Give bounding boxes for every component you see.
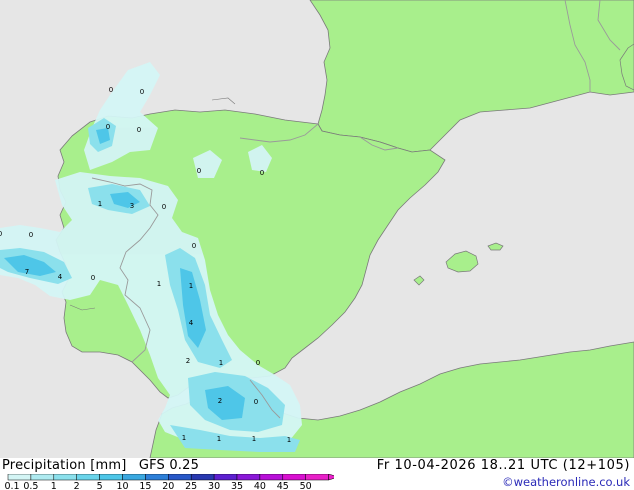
legend-swatch <box>259 474 284 481</box>
value-label: 0 <box>140 88 144 96</box>
value-label: 0 <box>29 231 33 239</box>
value-label: 1 <box>157 280 161 288</box>
footer-bar: Precipitation [mm] GFS 0.25 Fr 10-04-202… <box>0 458 634 490</box>
legend-swatch <box>76 474 100 481</box>
value-label: 0 <box>254 398 258 406</box>
legend-swatch <box>282 474 306 481</box>
value-label: 0 <box>137 126 141 134</box>
value-label: 1 <box>217 435 221 443</box>
value-label: 0 <box>0 230 2 238</box>
legend-tick-label: 1 <box>51 481 57 490</box>
legend-tick-label: 10 <box>116 481 128 490</box>
legend-swatch <box>122 474 146 481</box>
value-label: 3 <box>130 202 134 210</box>
legend-tick-label: 25 <box>185 481 197 490</box>
value-label: 4 <box>58 273 63 281</box>
legend-tick-label: 40 <box>254 481 266 490</box>
value-label: 0 <box>162 203 166 211</box>
legend-tick-label: 5 <box>97 481 103 490</box>
credit-link[interactable]: ©weatheronline.co.uk <box>502 475 630 489</box>
legend-swatch <box>7 474 32 481</box>
legend-tick-label: 30 <box>208 481 220 490</box>
value-label: 4 <box>189 319 194 327</box>
legend-swatch <box>168 474 192 481</box>
precip-legend: 0.1 0.5 1 2 5 10 15 20 25 30 35 40 45 50 <box>4 474 334 490</box>
value-label: 0 <box>106 123 110 131</box>
legend-swatch <box>305 474 329 481</box>
precipitation-map: 0 0 0 0 0 0 1 3 0 0 0 7 4 0 1 1 4 2 1 0 … <box>0 0 634 458</box>
value-label: 0 <box>91 274 95 282</box>
legend-swatch <box>99 474 123 481</box>
value-label: 0 <box>192 242 196 250</box>
map-title: Precipitation [mm] GFS 0.25 <box>2 458 199 473</box>
value-label: 2 <box>186 357 190 365</box>
value-label: 1 <box>189 282 193 290</box>
legend-tick-label: 20 <box>162 481 174 490</box>
legend-tick-label: 2 <box>74 481 80 490</box>
value-label: 0 <box>260 169 264 177</box>
legend-tick-label: 50 <box>300 481 312 490</box>
value-label: 1 <box>98 200 102 208</box>
value-label: 1 <box>252 435 256 443</box>
value-label: 1 <box>219 359 223 367</box>
legend-tick-label: 0.1 <box>4 481 19 490</box>
product-label: Precipitation [mm] <box>2 458 127 473</box>
legend-swatch <box>53 474 77 481</box>
value-label: 0 <box>197 167 201 175</box>
legend-tick-label: 15 <box>139 481 151 490</box>
legend-swatches <box>7 474 334 481</box>
value-label: 0 <box>256 359 260 367</box>
legend-swatch <box>213 474 238 481</box>
legend-swatch <box>190 474 215 481</box>
legend-swatch <box>145 474 169 481</box>
value-label: 1 <box>182 434 186 442</box>
legend-tick-label: 0.5 <box>23 481 38 490</box>
legend-swatch <box>236 474 261 481</box>
legend-arrow-tip <box>328 474 334 481</box>
value-label: 0 <box>109 86 113 94</box>
legend-labels: 0.1 0.5 1 2 5 10 15 20 25 30 35 40 45 50 <box>4 481 311 490</box>
datetime-label: Fr 10-04-2026 18..21 UTC (12+105) <box>376 458 630 473</box>
legend-tick-label: 45 <box>277 481 289 490</box>
legend-tick-label: 35 <box>231 481 243 490</box>
legend-swatch <box>30 474 55 481</box>
model-label: GFS 0.25 <box>138 458 200 473</box>
value-label: 7 <box>25 268 29 276</box>
value-label: 2 <box>218 397 222 405</box>
value-label: 1 <box>287 436 291 444</box>
